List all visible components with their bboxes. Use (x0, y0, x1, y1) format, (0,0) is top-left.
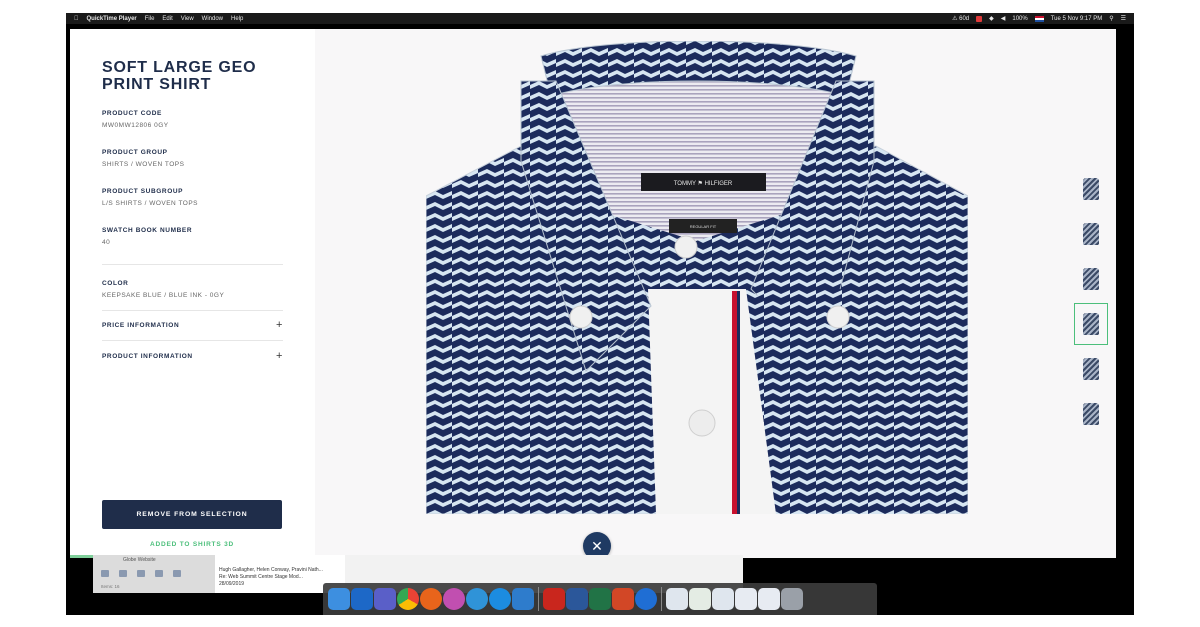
shirt-back-icon (1083, 223, 1099, 245)
product-information-toggle[interactable]: PRODUCT INFORMATION + (102, 350, 283, 362)
menu-file[interactable]: File (145, 16, 155, 22)
calendar-icon[interactable] (119, 570, 127, 577)
clock[interactable]: Tue 5 Nov 9:17 PM (1051, 16, 1102, 22)
fit-tag-text: REGULAR FIT (690, 224, 717, 229)
divider (102, 340, 283, 341)
shirt-detail-icon (1083, 358, 1099, 380)
safari-icon[interactable] (489, 588, 511, 610)
thumbnail-packaged[interactable] (1074, 393, 1108, 435)
edge-icon[interactable] (635, 588, 657, 610)
thumbnail-folded[interactable] (1074, 258, 1108, 300)
document-icon[interactable] (758, 588, 780, 610)
mail-folder-name[interactable]: Globe Website (123, 557, 156, 563)
document-icon[interactable] (666, 588, 688, 610)
divider (102, 310, 283, 311)
mail-item-count: Items: 16 (101, 584, 120, 589)
menu-window[interactable]: Window (202, 16, 223, 22)
product-group-label: PRODUCT GROUP (102, 149, 168, 156)
product-subgroup-label: PRODUCT SUBGROUP (102, 188, 184, 195)
people-icon[interactable] (137, 570, 145, 577)
menu-edit[interactable]: Edit (162, 16, 172, 22)
menu-bar:  QuickTime Player File Edit View Window… (66, 13, 1134, 24)
product-information-label: PRODUCT INFORMATION (102, 352, 193, 360)
expand-plus-icon[interactable]: + (276, 350, 283, 362)
record-icon[interactable] (976, 15, 983, 22)
mail-sender-line[interactable]: Hugh Gallagher, Helen Conway, Pravini Na… (219, 567, 341, 574)
product-title: SOFT LARGE GEO PRINT SHIRT (102, 59, 257, 93)
mail-icon[interactable] (101, 570, 109, 577)
powerpoint-icon[interactable] (612, 588, 634, 610)
trash-icon[interactable] (781, 588, 803, 610)
document-icon[interactable] (735, 588, 757, 610)
apple-menu-icon[interactable]:  (74, 16, 79, 22)
document-icon[interactable] (712, 588, 734, 610)
excel-icon[interactable] (589, 588, 611, 610)
photos-icon[interactable] (443, 588, 465, 610)
product-group-value: SHIRTS / WOVEN TOPS (102, 161, 185, 168)
keynote-icon[interactable] (512, 588, 534, 610)
mail-toolbar (101, 570, 181, 577)
product-info-panel: SOFT LARGE GEO PRINT SHIRT PRODUCT CODE … (70, 29, 315, 558)
divider (102, 264, 283, 265)
shirt-packaged-icon (1083, 403, 1099, 425)
notification-center-icon[interactable]: ☰ (1121, 15, 1126, 22)
outlook-icon[interactable] (351, 588, 373, 610)
thumbnail-detail[interactable] (1074, 348, 1108, 390)
price-information-toggle[interactable]: PRICE INFORMATION + (102, 319, 283, 331)
swatch-book-value: 40 (102, 239, 111, 246)
alert-status[interactable]: ⚠ 60d (952, 15, 969, 22)
tasks-icon[interactable] (155, 570, 163, 577)
color-value: KEEPSAKE BLUE / BLUE INK - 0GY (102, 292, 225, 299)
dock-separator (661, 587, 662, 611)
messages-icon[interactable] (466, 588, 488, 610)
brand-tag-text: TOMMY ⚑ HILFIGER (674, 180, 733, 187)
menu-view[interactable]: View (181, 16, 194, 22)
color-label: COLOR (102, 280, 129, 287)
input-source-flag-icon[interactable] (1034, 15, 1044, 22)
thumbnail-collar-selected[interactable] (1074, 303, 1108, 345)
notes-icon[interactable] (173, 570, 181, 577)
wifi-icon[interactable]: ◆ (989, 15, 994, 22)
battery-status[interactable]: 100% (1012, 16, 1027, 22)
menu-app-name[interactable]: QuickTime Player (87, 16, 137, 22)
product-detail-modal: SOFT LARGE GEO PRINT SHIRT PRODUCT CODE … (70, 29, 1116, 560)
product-image-viewer: TOMMY ⚑ HILFIGER REGULAR FIT (315, 29, 1116, 558)
price-information-label: PRICE INFORMATION (102, 321, 180, 329)
mail-sidebar: Globe Website Items: 16 (93, 555, 215, 593)
finder-icon[interactable] (328, 588, 350, 610)
spreadsheet-icon[interactable] (689, 588, 711, 610)
desktop-screen:  QuickTime Player File Edit View Window… (66, 13, 1134, 615)
thumbnail-front[interactable] (1074, 168, 1108, 210)
product-code-label: PRODUCT CODE (102, 110, 162, 117)
teams-icon[interactable] (374, 588, 396, 610)
swatch-book-label: SWATCH BOOK NUMBER (102, 227, 193, 234)
added-to-collection-link[interactable]: ADDED TO SHIRTS 3D (102, 541, 282, 548)
mail-subject-line[interactable]: Re: Web Summit Centre Stage Mod... (219, 574, 341, 581)
thumbnail-strip (1074, 168, 1110, 438)
word-icon[interactable] (566, 588, 588, 610)
firefox-icon[interactable] (420, 588, 442, 610)
acrobat-icon[interactable] (543, 588, 565, 610)
expand-plus-icon[interactable]: + (276, 319, 283, 331)
shirt-image[interactable]: TOMMY ⚑ HILFIGER REGULAR FIT (426, 41, 968, 514)
remove-from-selection-button[interactable]: REMOVE FROM SELECTION (102, 500, 282, 529)
dock (323, 583, 877, 615)
dock-separator (538, 587, 539, 611)
chrome-icon[interactable] (397, 588, 419, 610)
product-code-value: MW0MW12806 0GY (102, 122, 169, 129)
volume-icon[interactable]: ◀ (1001, 15, 1006, 22)
shirt-collar-icon (1083, 313, 1099, 335)
thumbnail-back[interactable] (1074, 213, 1108, 255)
status-menus: ⚠ 60d ◆ ◀ 100% Tue 5 Nov 9:17 PM ⚲ ☰ (945, 15, 1134, 22)
spotlight-icon[interactable]: ⚲ (1109, 15, 1113, 22)
menu-help[interactable]: Help (231, 16, 243, 22)
product-subgroup-value: L/S SHIRTS / WOVEN TOPS (102, 200, 199, 207)
shirt-front-icon (1083, 178, 1099, 200)
shirt-folded-icon (1083, 268, 1099, 290)
